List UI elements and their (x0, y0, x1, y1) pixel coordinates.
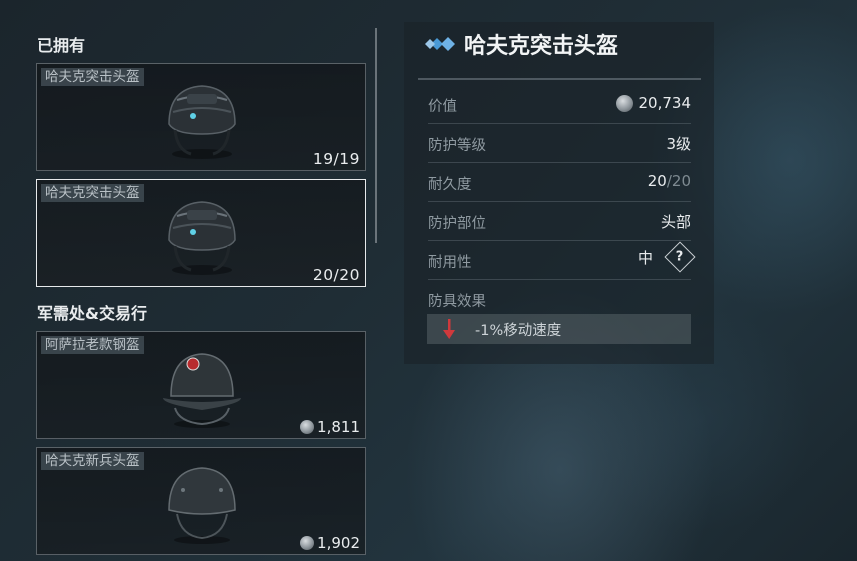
durability-max: 20 (671, 172, 691, 190)
stat-label: 耐用性 (428, 255, 472, 271)
item-count: 19/19 (312, 150, 360, 168)
market-item-card[interactable]: 哈夫克新兵头盔 1,902 (36, 447, 366, 555)
stat-row-area: 防护部位 头部 (428, 201, 691, 241)
value-amount: 20,734 (638, 94, 692, 112)
owned-item-card-selected[interactable]: 哈夫克突击头盔 20/20 (36, 179, 366, 287)
price-value: 1,902 (317, 534, 360, 552)
stat-label: 防护等级 (428, 138, 486, 154)
stat-row-value: 价值 20,734 (428, 84, 691, 124)
coin-icon (300, 420, 315, 434)
stat-row-durability: 耐久度 20 / 20 (428, 162, 691, 202)
item-price: 1,811 (300, 418, 360, 436)
usability-value: 中 (637, 248, 653, 267)
diamond-rarity-icon (425, 37, 455, 51)
item-name: 哈夫克新兵头盔 (41, 452, 144, 470)
item-name: 哈夫克突击头盔 (41, 184, 144, 202)
owned-section-title: 已拥有 (37, 36, 86, 55)
item-name: 阿萨拉老款钢盔 (41, 336, 144, 354)
down-arrow-icon (443, 319, 455, 339)
helmet-icon (163, 353, 241, 428)
effect-text: -1%移动速度 (475, 323, 562, 339)
help-glyph: ? (676, 249, 684, 265)
helmet-icon (168, 85, 236, 159)
helmet-icon (168, 201, 236, 275)
stat-value: 20 / 20 (648, 172, 691, 190)
item-detail-panel: 哈夫克突击头盔 价值 20,734 防护等级 3级 耐久度 20 / 20 防护… (404, 22, 714, 364)
market-section-title: 军需处&交易行 (37, 304, 147, 323)
detail-item-name: 哈夫克突击头盔 (464, 34, 619, 59)
market-item-card[interactable]: 阿萨拉老款钢盔 1,811 (36, 331, 366, 439)
helmet-icon (168, 467, 236, 544)
stat-value: 3级 (666, 135, 691, 153)
durability-current: 20 (647, 172, 667, 190)
list-scrollbar[interactable] (375, 28, 377, 243)
item-name: 哈夫克突击头盔 (41, 68, 144, 86)
divider (418, 78, 701, 80)
stat-value: 中 ? (637, 241, 696, 273)
stat-label: 价值 (428, 99, 457, 115)
stat-label: 耐久度 (428, 177, 472, 193)
owned-item-card[interactable]: 哈夫克突击头盔 19/19 (36, 63, 366, 171)
coin-icon (615, 94, 633, 112)
detail-header: 哈夫克突击头盔 (424, 28, 618, 60)
effect-label: 防具效果 (428, 294, 486, 310)
effect-entry: -1%移动速度 (427, 314, 691, 344)
item-count: 20/20 (312, 266, 360, 284)
item-price: 1,902 (300, 534, 360, 552)
stat-value: 头部 (660, 213, 691, 231)
help-icon[interactable]: ? (664, 241, 696, 273)
stat-label: 防护部位 (428, 216, 486, 232)
stat-row-protection: 防护等级 3级 (428, 123, 691, 163)
stat-value: 20,734 (615, 94, 692, 112)
coin-icon (300, 536, 315, 550)
stat-row-usability: 耐用性 中 ? (428, 240, 696, 280)
price-value: 1,811 (317, 418, 360, 436)
